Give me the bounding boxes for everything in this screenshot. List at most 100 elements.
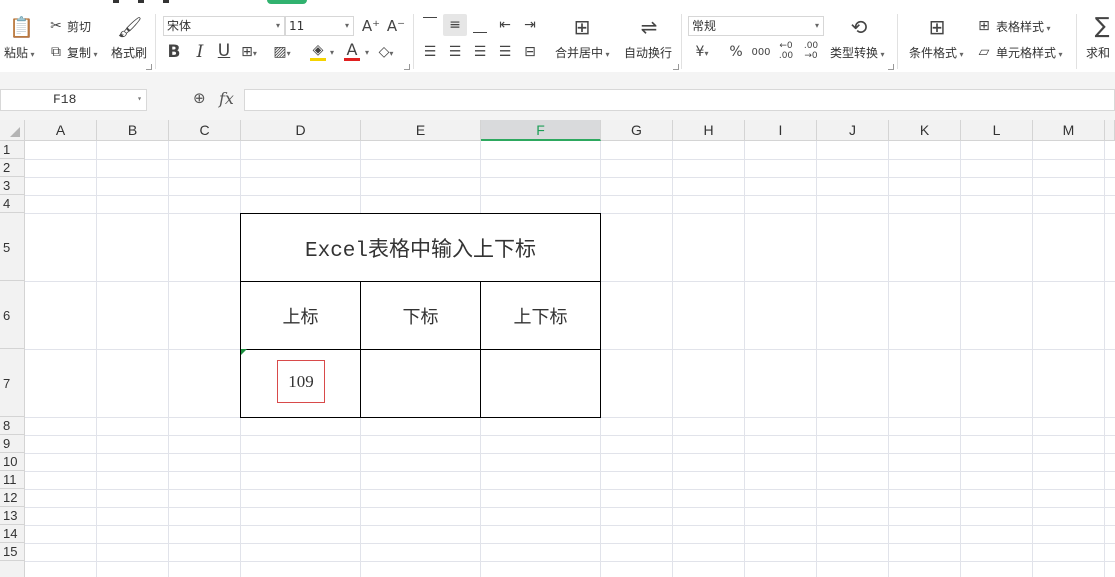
number-format-select[interactable]: 常规 ▾ — [688, 16, 824, 36]
row-header-2[interactable]: 2 — [0, 159, 25, 177]
column-header-i[interactable]: I — [745, 120, 817, 141]
justify-icon[interactable]: ☰ — [496, 44, 514, 60]
sum-button[interactable]: 求和 — [1086, 46, 1110, 60]
row-header-14[interactable]: 14 — [0, 525, 25, 543]
row-header-4[interactable]: 4 — [0, 195, 25, 213]
column-header-d[interactable]: D — [241, 120, 361, 141]
sum-icon[interactable]: ∑ — [1090, 16, 1114, 38]
copy-button[interactable]: 复制 ▾ — [67, 46, 98, 62]
row-header-16[interactable] — [0, 561, 25, 577]
column-header-b[interactable]: B — [97, 120, 169, 141]
row-header-8[interactable]: 8 — [0, 417, 25, 435]
row-header-13[interactable]: 13 — [0, 507, 25, 525]
header-cell-superscript[interactable]: 上标 — [240, 281, 361, 350]
align-right-icon[interactable]: ☰ — [471, 44, 489, 60]
align-bottom-icon[interactable]: ⎽ — [471, 18, 489, 34]
decrease-indent-icon[interactable]: ⇤ — [496, 17, 514, 33]
row-header-1[interactable]: 1 — [0, 141, 25, 159]
paste-button[interactable]: 粘贴 ▾ — [4, 46, 35, 62]
row-header-15[interactable]: 15 — [0, 543, 25, 561]
zoom-search-icon[interactable]: ⊕ — [193, 89, 206, 107]
row-header-3[interactable]: 3 — [0, 177, 25, 195]
font-name-select[interactable]: 宋体 ▾ — [163, 16, 285, 36]
cell-style-icon[interactable]: ▱ — [975, 44, 993, 60]
row-header-11[interactable]: 11 — [0, 471, 25, 489]
spreadsheet-grid[interactable]: A B C D E F G H I J K L M 1 2 3 4 5 6 7 … — [0, 120, 1115, 577]
column-header-m[interactable]: M — [1033, 120, 1105, 141]
scissors-icon[interactable]: ✂ — [47, 18, 65, 34]
conditional-format-button[interactable]: 条件格式 ▾ — [909, 46, 964, 62]
table-style-button[interactable]: 表格样式 ▾ — [996, 20, 1051, 36]
column-header-f[interactable]: F — [481, 120, 601, 141]
column-header-c[interactable]: C — [169, 120, 241, 141]
eraser-icon[interactable]: ◇▾ — [377, 44, 395, 62]
alignment-launcher[interactable] — [673, 64, 679, 70]
font-launcher[interactable] — [404, 64, 410, 70]
italic-button[interactable]: I — [191, 44, 209, 61]
increase-decimal-button[interactable]: ←0 .00 — [776, 41, 796, 61]
insert-function-button[interactable]: fx — [219, 89, 234, 108]
distributed-align-icon[interactable]: ⊟ — [521, 44, 539, 60]
align-top-icon[interactable]: ⎺ — [421, 16, 439, 32]
fill-pattern-icon[interactable]: ▨▾ — [273, 44, 291, 62]
grow-font-icon[interactable]: A⁺ — [361, 18, 381, 34]
number-launcher[interactable] — [888, 64, 894, 70]
table-style-icon[interactable]: ⊞ — [975, 18, 993, 34]
cell-style-button[interactable]: 单元格样式 ▾ — [996, 46, 1063, 62]
data-cell-e7[interactable] — [360, 349, 481, 418]
bold-button[interactable]: B — [165, 44, 183, 61]
font-color-dropdown-icon[interactable]: ▾ — [365, 48, 369, 57]
data-cell-f7[interactable] — [480, 349, 601, 418]
increase-indent-icon[interactable]: ⇥ — [521, 17, 539, 33]
column-header-a[interactable]: A — [25, 120, 97, 141]
merge-center-icon[interactable]: ⊞ — [570, 16, 594, 38]
border-icon[interactable]: ⊞▾ — [240, 44, 258, 62]
shrink-font-icon[interactable]: A⁻ — [386, 18, 406, 34]
type-convert-icon[interactable]: ⟲ — [847, 16, 871, 38]
percent-button[interactable]: % — [727, 44, 745, 60]
font-color-button[interactable]: A — [343, 42, 361, 58]
currency-button[interactable]: ¥▾ — [693, 44, 711, 62]
header-cell-subscript[interactable]: 下标 — [360, 281, 481, 350]
active-tab-indicator[interactable] — [267, 0, 307, 4]
column-header-h[interactable]: H — [673, 120, 745, 141]
row-header-7[interactable]: 7 — [0, 349, 25, 417]
align-center-icon[interactable]: ☰ — [446, 44, 464, 60]
cut-button[interactable]: 剪切 — [67, 20, 91, 34]
column-header-j[interactable]: J — [817, 120, 889, 141]
row-header-9[interactable]: 9 — [0, 435, 25, 453]
header-cell-super-subscript[interactable]: 上下标 — [480, 281, 601, 350]
row-header-6[interactable]: 6 — [0, 281, 25, 349]
fill-color-dropdown-icon[interactable]: ▾ — [330, 48, 334, 57]
decrease-decimal-button[interactable]: .00 →0 — [801, 41, 821, 61]
fill-color-icon[interactable]: ◈ — [309, 42, 327, 58]
row-header-12[interactable]: 12 — [0, 489, 25, 507]
underline-button[interactable]: U — [215, 43, 233, 60]
thousands-separator-button[interactable]: 000 — [750, 45, 772, 61]
format-painter-icon[interactable]: 🖌 — [117, 16, 142, 38]
merge-center-button[interactable]: 合并居中 ▾ — [555, 46, 610, 62]
wrap-text-icon[interactable]: ⇌ — [637, 16, 661, 38]
align-middle-icon[interactable]: ≡ — [446, 17, 464, 33]
column-header-k[interactable]: K — [889, 120, 961, 141]
row-header-5[interactable]: 5 — [0, 213, 25, 281]
format-painter-button[interactable]: 格式刷 — [111, 46, 147, 60]
clipboard-launcher[interactable] — [146, 64, 152, 70]
wrap-text-button[interactable]: 自动换行 — [624, 46, 672, 60]
conditional-format-icon[interactable]: ⊞ — [925, 16, 949, 38]
column-header-e[interactable]: E — [361, 120, 481, 141]
column-header-n[interactable] — [1105, 120, 1115, 141]
font-size-select[interactable]: 11 ▾ — [285, 16, 354, 36]
formula-input[interactable] — [244, 89, 1115, 111]
column-header-l[interactable]: L — [961, 120, 1033, 141]
copy-icon[interactable]: ⧉ — [47, 44, 65, 60]
row-header-10[interactable]: 10 — [0, 453, 25, 471]
align-left-icon[interactable]: ☰ — [421, 44, 439, 60]
name-box[interactable]: F18 ▾ — [0, 89, 147, 111]
table-title-cell[interactable]: Excel表格中输入上下标 — [240, 213, 601, 282]
paste-icon[interactable]: 📋 — [9, 16, 34, 38]
column-header-g[interactable]: G — [601, 120, 673, 141]
type-convert-button[interactable]: 类型转换 ▾ — [830, 46, 885, 62]
row-number: 3 — [3, 178, 11, 193]
select-all-corner[interactable] — [0, 120, 25, 141]
